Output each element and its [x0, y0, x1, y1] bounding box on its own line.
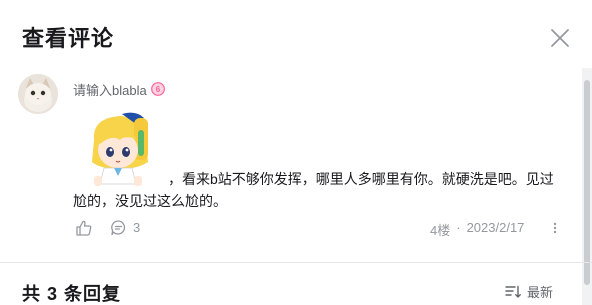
page-title: 查看评论 [22, 26, 115, 51]
svg-text:6: 6 [155, 85, 160, 94]
sort-button[interactable]: 最新 [505, 282, 553, 301]
section-divider [0, 262, 592, 263]
more-options-button[interactable] [549, 219, 561, 237]
more-icon [553, 222, 557, 234]
sort-icon [505, 285, 521, 298]
cat-avatar-image [18, 74, 58, 114]
avatar[interactable] [18, 74, 58, 114]
reply-icon [111, 220, 126, 236]
like-button[interactable] [75, 219, 93, 237]
like-icon [76, 220, 92, 236]
sort-label: 最新 [527, 285, 554, 300]
comment-meta: 4楼 · 2023/2/17 [430, 220, 524, 239]
level-badge-icon: 6 [150, 82, 165, 96]
comment-date: 2023/2/17 [466, 220, 525, 235]
comment-author: 请输入blabla 6 [73, 80, 165, 98]
meta-separator: · [456, 220, 461, 235]
reply-button[interactable]: 3 [110, 219, 140, 236]
close-button[interactable] [548, 26, 572, 50]
scrollbar-thumb[interactable] [584, 80, 590, 285]
comment-text-line2: 尬的，没见过这么尬的。 [73, 193, 227, 209]
close-icon [551, 29, 569, 47]
reply-count: 3 [133, 220, 141, 235]
reply-count-header: 共 3 条回复 [22, 284, 122, 304]
username[interactable]: 请输入blabla [73, 80, 147, 99]
dialog-header: 查看评论 [0, 0, 592, 62]
floor-number: 4楼 [430, 223, 451, 238]
comment-body: ，看来b站不够你发挥，哪里人多哪里有你。就硬洗是吧。见过 尬的，没见过这么尬的。 [73, 168, 563, 212]
comment-text-line1: ，看来b站不够你发挥，哪里人多哪里有你。就硬洗是吧。见过 [168, 171, 554, 187]
comment-action-bar: 3 4楼 · 2023/2/17 [73, 219, 573, 239]
